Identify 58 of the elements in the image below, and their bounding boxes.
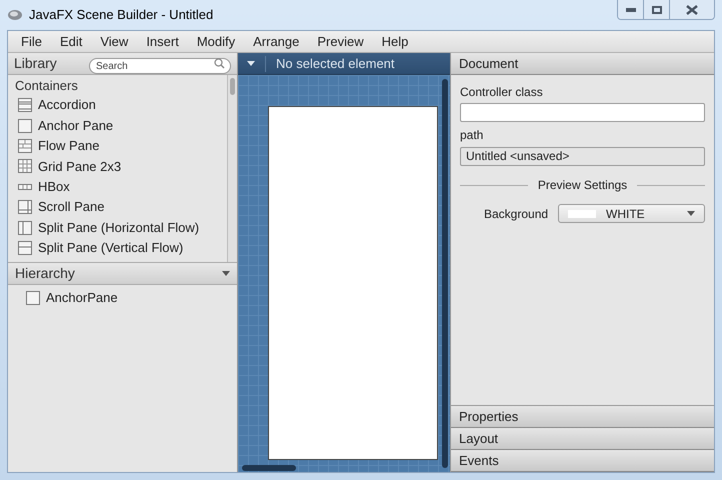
menu-item[interactable]: Modify [188, 32, 244, 52]
menu-item[interactable]: Help [372, 32, 418, 52]
color-dropdown[interactable]: WHITE [558, 204, 705, 223]
library-item[interactable]: Scroll Pane [8, 196, 227, 218]
path-field: Untitled <unsaved> [460, 147, 705, 166]
selection-status: No selected element [276, 54, 395, 73]
container-icon [18, 138, 32, 153]
field-label: Controller class [460, 84, 544, 98]
library-item[interactable]: Grid Pane 2x3 [8, 156, 227, 177]
library-item[interactable]: HBox [8, 176, 227, 197]
container-icon [18, 240, 32, 255]
category-label: Containers [14, 77, 79, 95]
library-item[interactable]: Flow Pane [8, 136, 227, 156]
menu-item[interactable]: View [91, 32, 138, 52]
color-swatch-icon [568, 210, 596, 218]
dropdown-arrow-icon[interactable] [247, 61, 255, 66]
container-icon [26, 291, 40, 305]
window-title: JavaFX Scene Builder - Untitled [29, 6, 214, 24]
menu-item[interactable]: Arrange [244, 32, 308, 52]
caret-icon [687, 211, 695, 216]
field-label: path [460, 127, 484, 141]
horizontal-scrollbar[interactable] [242, 465, 296, 471]
app-icon [7, 7, 23, 23]
menu-item[interactable]: Insert [137, 32, 188, 52]
maximize-icon [652, 6, 662, 14]
section-header[interactable]: Document [451, 53, 714, 75]
container-icon [18, 159, 32, 174]
design-canvas[interactable] [238, 75, 450, 472]
container-icon [18, 118, 32, 133]
menu-item[interactable]: Edit [50, 32, 92, 52]
vertical-scrollbar[interactable] [442, 79, 448, 468]
library-item[interactable]: Split Pane (Horizontal Flow) [8, 217, 227, 238]
section-label: Preview Settings [538, 177, 628, 194]
minimize-icon [626, 8, 636, 12]
container-icon [18, 200, 32, 214]
panel-title: Hierarchy [15, 264, 75, 283]
menu-item[interactable]: File [12, 32, 51, 52]
section-header[interactable]: Layout [451, 428, 714, 450]
menu-item[interactable]: Preview [308, 32, 373, 52]
hierarchy-item[interactable]: AnchorPane [26, 288, 237, 308]
search-field[interactable]: Search [89, 58, 231, 74]
scrollbar[interactable] [227, 75, 237, 262]
section-header[interactable]: Events [451, 450, 714, 472]
close-icon [686, 4, 698, 14]
maximize-button[interactable] [644, 0, 670, 19]
search-icon [214, 58, 225, 68]
container-icon [18, 98, 32, 112]
section-header[interactable]: Properties [451, 406, 714, 428]
library-item[interactable]: Accordion [8, 95, 227, 116]
close-button[interactable] [670, 0, 714, 19]
library-item[interactable]: Anchor Pane [8, 115, 227, 136]
panel-title: Library [14, 54, 57, 73]
dropdown-arrow-icon[interactable] [222, 271, 230, 276]
input-field[interactable] [460, 103, 705, 122]
library-item[interactable]: Split Pane (Vertical Flow) [8, 238, 227, 258]
minimize-button[interactable] [618, 0, 644, 19]
field-label: Background [484, 206, 550, 222]
container-icon [18, 220, 32, 235]
